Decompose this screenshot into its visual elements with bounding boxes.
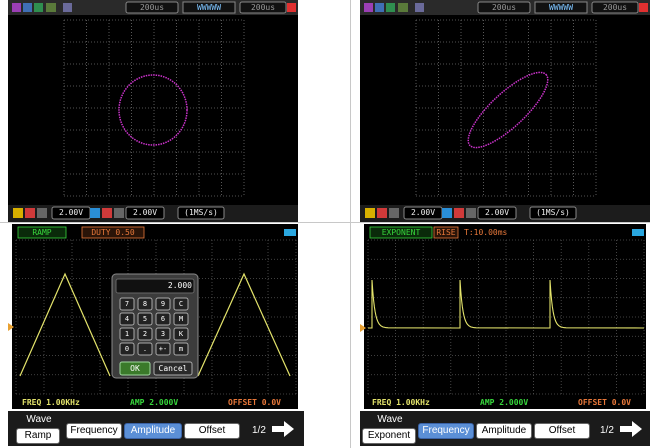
ch1-volts: 2.00V (410, 208, 436, 217)
ok-button[interactable]: OK (120, 362, 150, 375)
time-left: 200us (139, 3, 165, 12)
battery-icon (632, 229, 644, 236)
wave-name: RAMP (32, 228, 52, 237)
offset-softkey[interactable]: Offset (534, 423, 590, 439)
keypad-key[interactable]: 8 (138, 298, 152, 310)
scope-screen (8, 0, 298, 222)
ch2-volts: 2.00V (484, 208, 510, 217)
keypad-key[interactable]: 7 (120, 298, 134, 310)
trigger-icon (386, 3, 395, 12)
amplitude-softkey[interactable]: Amplitude (476, 423, 532, 439)
keypad-value: 2.000 (167, 281, 192, 290)
trigger-waveform-text: WWWWW (196, 3, 222, 12)
ch2-icon (90, 208, 100, 218)
time-left: 200us (491, 3, 517, 12)
wave-name: EXPONENT (381, 228, 421, 237)
time-right: 200us (250, 3, 276, 12)
keypad-key[interactable]: M (174, 313, 188, 325)
wave-softkey-title: Wave (377, 414, 403, 425)
keypad-key[interactable]: 9 (156, 298, 170, 310)
xy-display (360, 15, 650, 205)
amplitude-softkey[interactable]: Amplitude (124, 423, 182, 439)
frequency-softkey[interactable]: Frequency (418, 423, 474, 439)
amp-readout: AMP 2.000V (130, 398, 179, 407)
trigger-waveform-text: WWWWW (548, 3, 574, 12)
keypad-key[interactable]: C (174, 298, 188, 310)
generator-ramp-panel: RAMP DUTY 0.50 FREQ 1.00KHz AMP 2.000V O… (8, 224, 304, 446)
amp-readout: AMP 2.000V (480, 398, 529, 407)
time-param: T:10.00ms (464, 228, 508, 237)
save-icon (415, 3, 424, 12)
probe-icon (375, 3, 384, 12)
cancel-button[interactable]: Cancel (154, 362, 192, 375)
next-page-arrow-icon[interactable] (618, 418, 644, 440)
battery-icon (284, 229, 296, 236)
mode-icon (398, 3, 408, 12)
keypad-key[interactable]: 2 (138, 328, 152, 340)
offset-readout: OFFSET 0.0V (578, 398, 631, 407)
ch1-icon (365, 208, 375, 218)
next-page-arrow-icon[interactable] (270, 418, 296, 440)
battery-icon (287, 3, 296, 12)
probe-icon (23, 3, 32, 12)
offset-softkey[interactable]: Offset (184, 423, 240, 439)
scope-xy-circle-panel: 200us WWWWW 200us 2.00V 2.00V (1MS/s) (8, 0, 298, 222)
wave-softkey-title: Wave (26, 414, 52, 425)
keypad-key[interactable]: 0 (120, 343, 134, 355)
mode-icon (46, 3, 56, 12)
keypad-key[interactable]: 6 (156, 313, 170, 325)
run-icon (364, 3, 373, 12)
keypad-key[interactable]: . (138, 343, 152, 355)
keypad-key[interactable]: 4 (120, 313, 134, 325)
battery-icon (639, 3, 648, 12)
keypad-key[interactable]: K (174, 328, 188, 340)
scope-screen (360, 0, 650, 222)
keypad-key[interactable]: 5 (138, 313, 152, 325)
ch2-icon (442, 208, 452, 218)
divider-horizontal (0, 222, 650, 223)
generator-exponent-panel: EXPONENT RISE T:10.00ms FREQ 1.00KHz AMP… (360, 224, 650, 446)
wave-softkey[interactable]: Ramp (16, 428, 60, 444)
ch1-volts: 2.00V (58, 208, 84, 217)
page-indicator: 1/2 (252, 425, 266, 436)
ch2-volts: 2.00V (132, 208, 158, 217)
frequency-softkey[interactable]: Frequency (66, 423, 122, 439)
keypad-key[interactable]: m (174, 343, 188, 355)
sample-rate: (1MS/s) (184, 208, 218, 217)
time-right: 200us (602, 3, 628, 12)
keypad-key[interactable]: 1 (120, 328, 134, 340)
freq-readout: FREQ 1.00KHz (22, 398, 80, 407)
wave-softkey[interactable]: Exponent (362, 428, 416, 444)
rise-param: RISE (436, 228, 456, 237)
xy-display (8, 15, 298, 205)
save-icon (63, 3, 72, 12)
duty-param: DUTY 0.50 (91, 228, 135, 237)
keypad-key[interactable]: +- (156, 343, 170, 355)
run-icon (12, 3, 21, 12)
freq-readout: FREQ 1.00KHz (372, 398, 430, 407)
divider-vertical (350, 0, 351, 448)
scope-xy-ellipse-panel: 200us WWWWW 200us 2.00V 2.00V (1MS/s) (360, 0, 650, 222)
ch1-icon (13, 208, 23, 218)
keypad-key[interactable]: 3 (156, 328, 170, 340)
page-indicator: 1/2 (600, 425, 614, 436)
sample-rate: (1MS/s) (536, 208, 570, 217)
offset-readout: OFFSET 0.0V (228, 398, 281, 407)
trigger-icon (34, 3, 43, 12)
